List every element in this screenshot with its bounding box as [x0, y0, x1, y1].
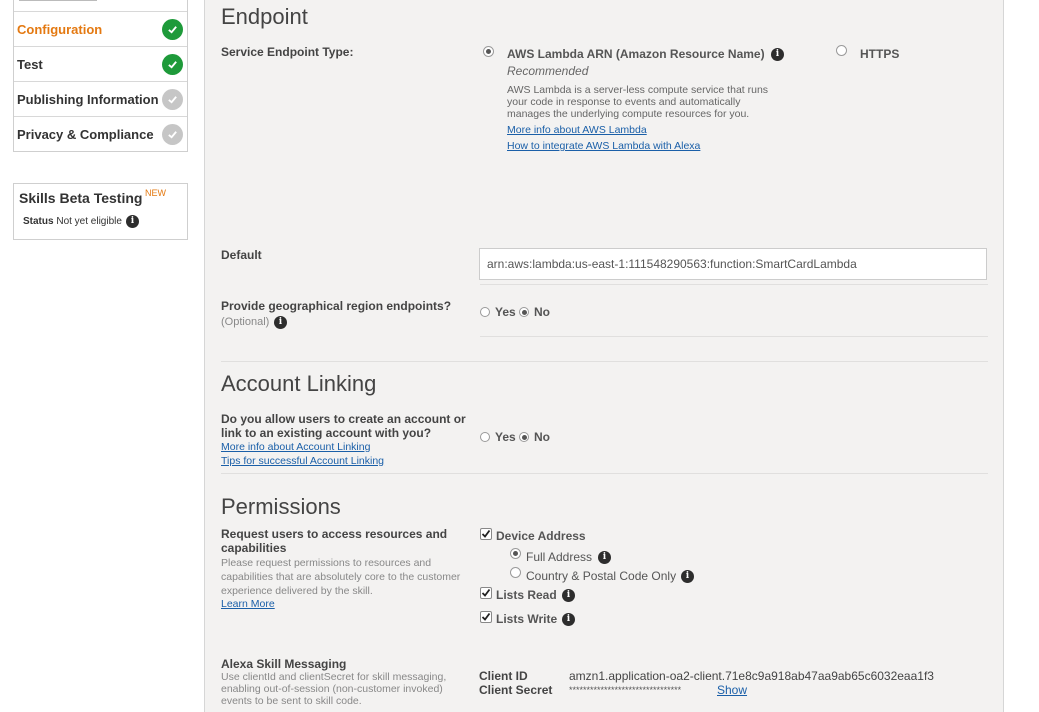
sidebar-scroll-stub: [19, 0, 97, 1]
service-endpoint-type-label: Service Endpoint Type:: [221, 45, 354, 59]
beta-status-value: Not yet eligible: [56, 216, 122, 227]
request-label-line-2: capabilities: [221, 541, 287, 555]
checkmark-icon: [481, 612, 491, 621]
lists-write-label[interactable]: Lists Write: [496, 612, 557, 626]
device-address-checkbox[interactable]: [480, 528, 492, 540]
sidebar-item-label: Publishing Information: [17, 92, 159, 107]
sidebar-item-test[interactable]: Test: [14, 46, 187, 81]
sidebar-nav: Configuration Test Publishing Informatio…: [13, 0, 188, 152]
default-label: Default: [221, 248, 262, 262]
https-label[interactable]: HTTPS: [860, 47, 899, 61]
skill-messaging-desc-line-3: events to be sent to skill code.: [221, 695, 362, 707]
lambda-description-line-3: manages the underlying compute resources…: [507, 108, 750, 120]
geo-region-label: Provide geographical region endpoints?: [221, 299, 452, 313]
permissions-heading: Permissions: [221, 494, 341, 519]
skill-messaging-desc-line-1: Use clientId and clientSecret for skill …: [221, 671, 447, 683]
beta-testing-box: Skills Beta Testing NEW Status Not yet e…: [13, 183, 188, 240]
endpoint-heading: Endpoint: [221, 4, 308, 29]
account-linking-no-label[interactable]: No: [534, 430, 550, 444]
section-divider: [221, 473, 988, 474]
check-circle-icon: [162, 89, 183, 110]
lists-write-checkbox[interactable]: [480, 611, 492, 623]
account-linking-no-radio[interactable]: [519, 432, 529, 442]
request-desc-line-1: Please request permissions to resources …: [221, 557, 432, 569]
recommended-text: Recommended: [507, 64, 589, 78]
integrate-lambda-link[interactable]: How to integrate AWS Lambda with Alexa: [507, 140, 700, 152]
client-secret-value: ********************************: [569, 685, 682, 695]
check-circle-icon: [162, 124, 183, 145]
client-secret-label: Client Secret: [479, 683, 553, 697]
lambda-arn-label[interactable]: AWS Lambda ARN (Amazon Resource Name): [507, 47, 765, 61]
full-address-label[interactable]: Full Address: [526, 550, 592, 564]
lambda-arn-radio[interactable]: [483, 46, 494, 57]
country-postal-label[interactable]: Country & Postal Code Only: [526, 569, 676, 583]
account-linking-heading: Account Linking: [221, 371, 377, 396]
request-desc-line-3: experience delivered by the skill.: [221, 585, 373, 597]
info-icon[interactable]: i: [274, 316, 287, 329]
sidebar-item-label: Configuration: [17, 22, 103, 37]
learn-more-link[interactable]: Learn More: [221, 598, 275, 610]
sidebar-item-publishing-information[interactable]: Publishing Information: [14, 81, 187, 116]
new-badge: NEW: [145, 188, 166, 198]
lists-read-checkbox[interactable]: [480, 587, 492, 599]
geo-yes-radio[interactable]: [480, 307, 490, 317]
geo-yes-label[interactable]: Yes: [495, 305, 516, 319]
skill-messaging-desc-line-2: enabling out-of-session (non-customer in…: [221, 683, 443, 695]
default-endpoint-input[interactable]: [479, 248, 987, 280]
client-id-value: amzn1.application-oa2-client.71e8c9a918a…: [569, 669, 934, 683]
tips-account-linking-link[interactable]: Tips for successful Account Linking: [221, 455, 384, 467]
beta-status-label: Status: [23, 216, 54, 227]
info-icon[interactable]: i: [562, 613, 575, 626]
beta-testing-title: Skills Beta Testing: [19, 190, 143, 206]
section-divider: [221, 361, 988, 362]
account-linking-question-line-2: link to an existing account with you?: [221, 426, 432, 440]
request-label-line-1: Request users to access resources and: [221, 527, 448, 541]
divider: [480, 336, 988, 337]
show-secret-link[interactable]: Show: [717, 683, 747, 697]
geo-no-radio[interactable]: [519, 307, 529, 317]
optional-text: (Optional): [221, 316, 270, 328]
account-linking-yes-radio[interactable]: [480, 432, 490, 442]
info-icon[interactable]: i: [126, 215, 139, 228]
country-postal-radio[interactable]: [510, 567, 521, 578]
device-address-label[interactable]: Device Address: [496, 529, 586, 543]
more-info-lambda-link[interactable]: More info about AWS Lambda: [507, 124, 647, 136]
sidebar-item-privacy-compliance[interactable]: Privacy & Compliance: [14, 116, 187, 151]
client-id-label: Client ID: [479, 669, 528, 683]
skill-messaging-label: Alexa Skill Messaging: [221, 657, 347, 671]
configuration-panel: Endpoint Service Endpoint Type: AWS Lamb…: [204, 0, 1004, 712]
lambda-description-line-1: AWS Lambda is a server-less compute serv…: [507, 84, 769, 96]
sidebar-item-configuration[interactable]: Configuration: [14, 11, 187, 46]
divider: [480, 284, 988, 285]
info-icon[interactable]: i: [771, 48, 784, 61]
geo-no-label[interactable]: No: [534, 305, 550, 319]
account-linking-yes-label[interactable]: Yes: [495, 430, 516, 444]
checkmark-icon: [481, 529, 491, 538]
info-icon[interactable]: i: [562, 589, 575, 602]
info-icon[interactable]: i: [681, 570, 694, 583]
sidebar-item-label: Test: [17, 57, 43, 72]
account-linking-question-line-1: Do you allow users to create an account …: [221, 412, 466, 426]
request-desc-line-2: capabilities that are absolutely core to…: [221, 571, 461, 583]
lambda-description-line-2: your code in response to events and auto…: [507, 96, 741, 108]
info-icon[interactable]: i: [598, 551, 611, 564]
sidebar-item-label: Privacy & Compliance: [17, 127, 154, 142]
full-address-radio[interactable]: [510, 548, 521, 559]
checkmark-icon: [481, 588, 491, 597]
more-info-account-linking-link[interactable]: More info about Account Linking: [221, 441, 370, 453]
beta-status: Status Not yet eligible: [23, 216, 122, 227]
check-circle-icon: [162, 19, 183, 40]
check-circle-icon: [162, 54, 183, 75]
lists-read-label[interactable]: Lists Read: [496, 588, 557, 602]
https-radio[interactable]: [836, 45, 847, 56]
